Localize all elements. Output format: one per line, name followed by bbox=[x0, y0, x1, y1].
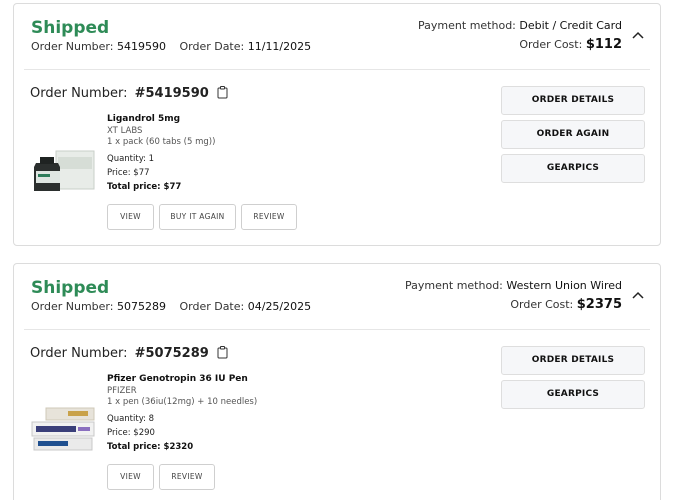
cost-value: $112 bbox=[585, 37, 622, 52]
order-details-button[interactable]: ORDER DETAILS bbox=[501, 86, 645, 115]
view-button[interactable]: VIEW bbox=[107, 204, 154, 230]
order-number-label: Order Number: bbox=[31, 300, 114, 313]
order-date-label: Order Date: bbox=[179, 300, 245, 313]
order-again-button[interactable]: ORDER AGAIN bbox=[501, 120, 645, 149]
gearpics-button[interactable]: GEARPICS bbox=[501, 154, 645, 183]
payment-label: Payment method: bbox=[418, 19, 516, 32]
product-total: Total price: $77 bbox=[107, 182, 182, 192]
product-brand: XT LABS bbox=[107, 126, 143, 136]
order-date: 11/11/2025 bbox=[247, 40, 312, 53]
order-summary: Order Number: 5075289 Order Date: 04/25/… bbox=[31, 300, 311, 313]
cost-label: Order Cost: bbox=[519, 38, 583, 51]
divider bbox=[24, 329, 650, 330]
order-details-button[interactable]: ORDER DETAILS bbox=[501, 346, 645, 375]
product-total: Total price: $2320 bbox=[107, 442, 194, 452]
cost-value: $2375 bbox=[576, 297, 622, 312]
gearpics-button[interactable]: GEARPICS bbox=[501, 380, 645, 409]
detail-order-number: Order Number: #5075289 bbox=[30, 346, 228, 361]
view-button[interactable]: VIEW bbox=[107, 464, 154, 490]
order-date: 04/25/2025 bbox=[247, 300, 312, 313]
product-quantity: Quantity: 8 bbox=[107, 414, 155, 424]
clipboard-icon[interactable] bbox=[217, 86, 228, 99]
order-date-label: Order Date: bbox=[179, 40, 245, 53]
payment-method: Payment method: Debit / Credit Card bbox=[418, 19, 622, 32]
order-cost: Order Cost: $2375 bbox=[510, 297, 622, 312]
order-cost: Order Cost: $112 bbox=[519, 37, 622, 52]
payment-value: Debit / Credit Card bbox=[519, 19, 622, 32]
cost-label: Order Cost: bbox=[510, 298, 574, 311]
order-summary: Order Number: 5419590 Order Date: 11/11/… bbox=[31, 40, 311, 53]
review-button[interactable]: REVIEW bbox=[159, 464, 215, 490]
order-number: 5419590 bbox=[116, 40, 166, 53]
product-price: Price: $290 bbox=[107, 428, 155, 438]
detail-order-value: #5419590 bbox=[134, 86, 209, 101]
review-button[interactable]: REVIEW bbox=[241, 204, 297, 230]
detail-order-label: Order Number: bbox=[30, 86, 128, 101]
chevron-up-icon[interactable] bbox=[631, 288, 645, 302]
buy-it-again-button[interactable]: BUY IT AGAIN bbox=[159, 204, 236, 230]
payment-label: Payment method: bbox=[405, 279, 503, 292]
product-price: Price: $77 bbox=[107, 168, 150, 178]
chevron-up-icon[interactable] bbox=[631, 28, 645, 42]
product-name[interactable]: Pfizer Genotropin 36 IU Pen bbox=[107, 374, 248, 384]
order-status: Shipped bbox=[31, 278, 110, 298]
payment-value: Western Union Wired bbox=[506, 279, 622, 292]
detail-order-number: Order Number: #5419590 bbox=[30, 86, 228, 101]
order-card: Shipped Order Number: 5075289 Order Date… bbox=[13, 263, 661, 500]
payment-method: Payment method: Western Union Wired bbox=[405, 279, 622, 292]
product-pack: 1 x pack (60 tabs (5 mg)) bbox=[107, 137, 216, 147]
product-quantity: Quantity: 1 bbox=[107, 154, 155, 164]
product-image[interactable] bbox=[28, 398, 98, 460]
detail-order-value: #5075289 bbox=[134, 346, 209, 361]
order-status: Shipped bbox=[31, 18, 110, 38]
product-image[interactable] bbox=[28, 137, 98, 199]
divider bbox=[24, 69, 650, 70]
product-pack: 1 x pen (36iu(12mg) + 10 needles) bbox=[107, 397, 258, 407]
order-card: Shipped Order Number: 5419590 Order Date… bbox=[13, 3, 661, 246]
product-name[interactable]: Ligandrol 5mg bbox=[107, 114, 180, 124]
order-number-label: Order Number: bbox=[31, 40, 114, 53]
order-number: 5075289 bbox=[116, 300, 166, 313]
clipboard-icon[interactable] bbox=[217, 346, 228, 359]
detail-order-label: Order Number: bbox=[30, 346, 128, 361]
product-brand: PFIZER bbox=[107, 386, 137, 396]
